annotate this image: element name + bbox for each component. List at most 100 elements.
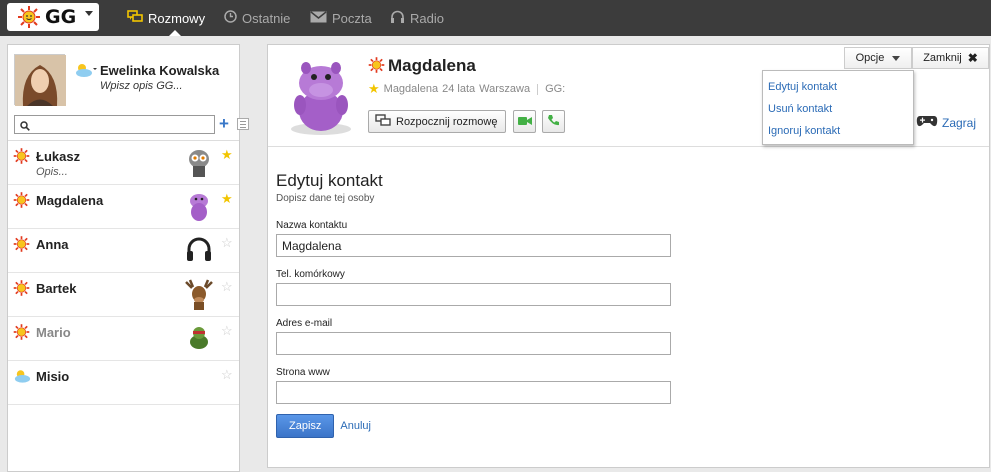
voice-call-button[interactable] [542,110,565,133]
gg-menu-button[interactable]: GG [7,3,99,31]
menu-item-edit-contact[interactable]: Edytuj kontakt [768,81,837,93]
lemur-avatar [184,146,214,178]
logo-text: GG [45,6,77,28]
website-field[interactable] [276,381,671,404]
contact-description: Opis... [36,166,68,178]
field-label: Strona www [276,367,330,378]
play-game-button[interactable]: Zagraj [916,114,976,131]
user-name: Ewelinka Kowalska [100,63,220,78]
list-item[interactable]: Łukasz Opis... ★ [8,141,239,185]
contact-name: Mario [36,325,71,340]
search-icon [20,120,30,134]
favorite-star-icon[interactable]: ☆ [221,324,233,337]
start-chat-button[interactable]: Rozpocznij rozmowę [368,110,507,133]
cancel-link[interactable]: Anuluj [340,420,371,432]
sun-status-icon [13,280,30,299]
list-item[interactable]: Magdalena ★ [8,185,239,229]
video-camera-icon [517,115,532,129]
contact-name: Misio [36,369,70,384]
nav-label: Radio [410,10,444,26]
contact-name: Anna [36,237,69,252]
list-item[interactable]: Bartek ☆ [8,273,239,317]
sun-status-icon [13,236,30,255]
away-status-icon[interactable] [73,62,99,81]
nav-item-poczta[interactable]: Poczta [310,0,372,36]
favorite-star-icon[interactable]: ☆ [221,280,233,293]
close-button[interactable]: Zamknij ✖ [912,47,989,69]
active-tab-pointer [169,30,181,36]
favorite-star-icon[interactable]: ★ [221,148,233,161]
list-item[interactable]: Anna ☆ [8,229,239,273]
list-item[interactable]: Misio ☆ [8,361,239,405]
nav-item-ostatnie[interactable]: Ostatnie [224,0,290,36]
field-label: Tel. komórkowy [276,269,345,280]
contact-name: Bartek [36,281,77,296]
list-item[interactable]: Mario ☆ [8,317,239,361]
phone-icon [547,114,560,130]
sun-status-icon [13,192,30,211]
email-field[interactable] [276,332,671,355]
contact-details-panel: Magdalena ★ Magdalena 24 lata Warszawa G… [267,44,990,468]
away-status-icon [13,368,32,387]
hippo-avatar [286,55,356,139]
nav-label: Ostatnie [242,10,291,26]
chat-bubbles-icon [127,9,143,27]
menu-item-ignore-contact[interactable]: Ignoruj kontakt [768,125,840,137]
sun-status-icon [13,324,30,343]
meta-gg: GG: [545,83,566,95]
add-contact-button[interactable]: + [219,115,229,132]
mobile-phone-field[interactable] [276,283,671,306]
field-label: Nazwa kontaktu [276,220,348,231]
avatar[interactable] [14,54,66,106]
play-game-label: Zagraj [942,115,977,130]
close-icon: ✖ [967,51,978,65]
favorite-star-icon[interactable]: ☆ [221,368,233,381]
contact-name: Magdalena [36,193,104,208]
nav-label: Rozmowy [148,10,206,26]
form-subtitle: Dopisz dane tej osoby [276,193,375,204]
form-title: Edytuj kontakt [276,171,383,190]
chevron-down-icon [892,55,901,61]
user-description[interactable]: Wpisz opis GG... [100,80,183,92]
contact-name: Łukasz [36,149,81,164]
menu-item-remove-contact[interactable]: Usuń kontakt [768,103,832,115]
list-view-button[interactable] [237,118,249,130]
favorite-star-icon[interactable]: ★ [368,81,380,97]
options-dropdown-menu: Edytuj kontakt Usuń kontakt Ignoruj kont… [762,70,914,145]
contact-list: Łukasz Opis... ★ Magdalena ★ Anna ☆ Bart… [8,140,239,405]
contact-meta: ★ Magdalena 24 lata Warszawa GG: [368,81,565,97]
clock-icon [224,10,237,26]
favorite-star-icon[interactable]: ★ [221,192,233,205]
options-label: Opcje [855,52,885,64]
options-button[interactable]: Opcje [844,47,912,69]
close-label: Zamknij [923,52,962,64]
gamepad-icon [916,114,938,131]
nav-label: Poczta [332,10,372,26]
sun-status-icon [368,57,385,76]
favorite-star-icon[interactable]: ☆ [221,236,233,249]
start-chat-label: Rozpocznij rozmowę [396,115,498,128]
divider [537,83,539,95]
search-input[interactable] [14,115,215,134]
hippo-avatar [184,190,214,222]
top-bar: GG Rozmowy Ostatnie Poczta Radio [0,0,991,36]
video-call-button[interactable] [513,110,536,133]
sun-status-icon [17,6,41,31]
edit-contact-form: Edytuj kontakt Dopisz dane tej osoby Naz… [276,171,671,438]
chat-bubbles-icon [375,113,391,130]
moose-avatar [184,278,214,310]
contact-name-field[interactable] [276,234,671,257]
turtle-avatar [184,322,214,354]
meta-age: 24 lata [442,83,476,95]
headphones-avatar [184,234,214,266]
nav-item-rozmowy[interactable]: Rozmowy [127,0,205,36]
contact-title: Magdalena [388,56,476,75]
save-button[interactable]: Zapisz [276,414,335,438]
meta-name: Magdalena [383,83,439,95]
chevron-down-icon [85,11,93,16]
sun-status-icon [13,148,30,167]
headphones-icon [390,10,405,26]
nav-item-radio[interactable]: Radio [390,0,444,36]
envelope-icon [310,10,327,26]
contacts-panel: Ewelinka Kowalska Wpisz opis GG... + Łuk… [7,44,249,472]
